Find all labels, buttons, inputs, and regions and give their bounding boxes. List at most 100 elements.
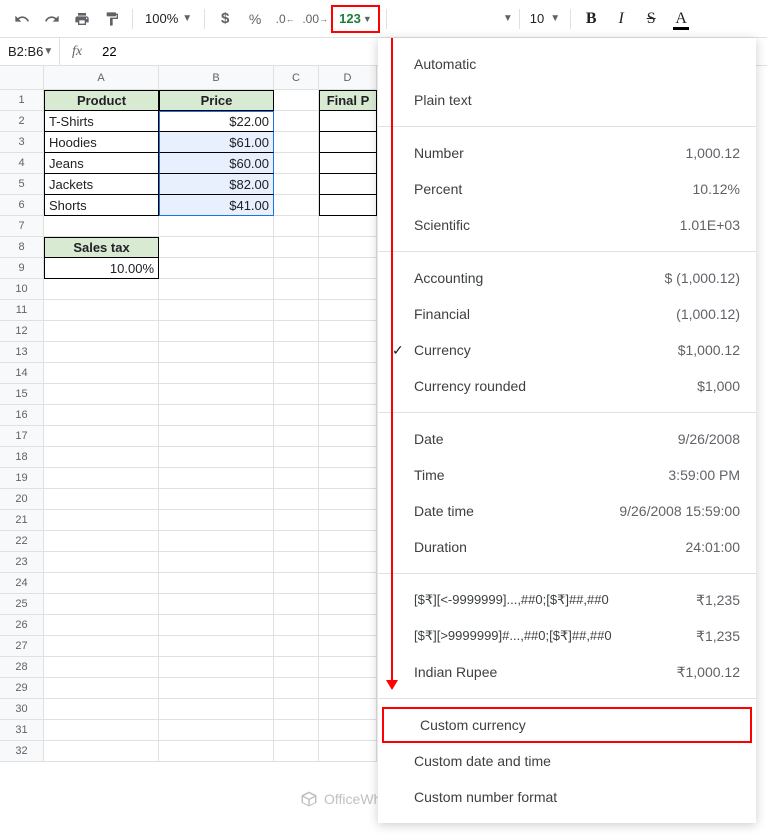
menu-item-percent[interactable]: Percent10.12%: [378, 171, 756, 207]
cell[interactable]: [274, 699, 319, 720]
cell[interactable]: [319, 699, 377, 720]
cell-product[interactable]: Shorts: [44, 195, 159, 216]
cell[interactable]: [44, 699, 159, 720]
row-header[interactable]: 11: [0, 300, 44, 321]
cell[interactable]: [319, 405, 377, 426]
menu-item-custom-date-time[interactable]: Custom date and time: [378, 743, 756, 779]
strikethrough-button[interactable]: S: [637, 5, 665, 33]
row-header[interactable]: 21: [0, 510, 44, 531]
cell[interactable]: [44, 300, 159, 321]
row-header[interactable]: 25: [0, 594, 44, 615]
cell-price[interactable]: $22.00: [159, 111, 274, 132]
menu-item-automatic[interactable]: Automatic: [378, 46, 756, 82]
cell[interactable]: [159, 384, 274, 405]
row-header[interactable]: 4: [0, 153, 44, 174]
menu-item-scientific[interactable]: Scientific1.01E+03: [378, 207, 756, 243]
cell[interactable]: [44, 279, 159, 300]
cell[interactable]: [44, 678, 159, 699]
select-all-corner[interactable]: [0, 66, 44, 90]
cell[interactable]: [274, 573, 319, 594]
cell[interactable]: [159, 741, 274, 762]
cell[interactable]: [319, 174, 377, 195]
menu-item-currency-rounded[interactable]: Currency rounded$1,000: [378, 368, 756, 404]
cell[interactable]: [274, 90, 319, 111]
cell[interactable]: [44, 531, 159, 552]
cell[interactable]: [159, 615, 274, 636]
cell[interactable]: [159, 216, 274, 237]
cell[interactable]: [319, 447, 377, 468]
cell[interactable]: [159, 531, 274, 552]
cell[interactable]: [159, 363, 274, 384]
cell[interactable]: [44, 720, 159, 741]
cell[interactable]: [274, 594, 319, 615]
cell[interactable]: [274, 510, 319, 531]
cell[interactable]: [319, 426, 377, 447]
cell[interactable]: [274, 657, 319, 678]
cell[interactable]: [319, 342, 377, 363]
cell[interactable]: [274, 552, 319, 573]
cell[interactable]: [319, 237, 377, 258]
cell[interactable]: [44, 657, 159, 678]
cell-price[interactable]: $41.00: [159, 195, 274, 216]
row-header[interactable]: 30: [0, 699, 44, 720]
row-header[interactable]: 6: [0, 195, 44, 216]
cell[interactable]: [274, 405, 319, 426]
menu-item-accounting[interactable]: Accounting$ (1,000.12): [378, 260, 756, 296]
menu-item-plain-text[interactable]: Plain text: [378, 82, 756, 118]
row-header[interactable]: 28: [0, 657, 44, 678]
menu-item-duration[interactable]: Duration24:01:00: [378, 529, 756, 565]
row-header[interactable]: 16: [0, 405, 44, 426]
cell[interactable]: [44, 615, 159, 636]
cell[interactable]: [159, 468, 274, 489]
bold-button[interactable]: B: [577, 5, 605, 33]
menu-item-datetime[interactable]: Date time9/26/2008 15:59:00: [378, 493, 756, 529]
cell[interactable]: [274, 363, 319, 384]
cell[interactable]: [319, 300, 377, 321]
menu-item-custom-format-2[interactable]: [$₹][>9999999]#...,##0;[$₹]##,##0₹1,235: [378, 618, 756, 654]
row-header[interactable]: 1: [0, 90, 44, 111]
increase-decimal-button[interactable]: .00→: [301, 5, 329, 33]
cell[interactable]: [44, 321, 159, 342]
row-header[interactable]: 12: [0, 321, 44, 342]
row-header[interactable]: 17: [0, 426, 44, 447]
cell[interactable]: [159, 573, 274, 594]
cell-price[interactable]: $61.00: [159, 132, 274, 153]
cell-product[interactable]: Hoodies: [44, 132, 159, 153]
header-cell-final[interactable]: Final P: [319, 90, 377, 111]
cell[interactable]: [319, 111, 377, 132]
cell[interactable]: [274, 279, 319, 300]
cell[interactable]: [274, 111, 319, 132]
cell[interactable]: [319, 216, 377, 237]
cell[interactable]: [159, 636, 274, 657]
redo-button[interactable]: [38, 5, 66, 33]
menu-item-date[interactable]: Date9/26/2008: [378, 421, 756, 457]
row-header[interactable]: 2: [0, 111, 44, 132]
row-header[interactable]: 31: [0, 720, 44, 741]
cell[interactable]: [159, 594, 274, 615]
cell[interactable]: [319, 258, 377, 279]
zoom-dropdown[interactable]: 100%▼: [139, 11, 198, 26]
cell[interactable]: [44, 741, 159, 762]
menu-item-number[interactable]: Number1,000.12: [378, 135, 756, 171]
cell-price[interactable]: $82.00: [159, 174, 274, 195]
more-formats-button[interactable]: 123▼: [331, 5, 380, 33]
row-header[interactable]: 19: [0, 468, 44, 489]
cell[interactable]: [44, 573, 159, 594]
italic-button[interactable]: I: [607, 5, 635, 33]
cell[interactable]: [274, 531, 319, 552]
cell[interactable]: [319, 384, 377, 405]
cell[interactable]: [44, 363, 159, 384]
row-header[interactable]: 13: [0, 342, 44, 363]
currency-button[interactable]: $: [211, 5, 239, 33]
cell[interactable]: [159, 279, 274, 300]
row-header[interactable]: 5: [0, 174, 44, 195]
cell[interactable]: [159, 552, 274, 573]
menu-item-time[interactable]: Time3:59:00 PM: [378, 457, 756, 493]
cell[interactable]: [274, 300, 319, 321]
cell[interactable]: [274, 153, 319, 174]
cell-product[interactable]: Jackets: [44, 174, 159, 195]
cell[interactable]: [274, 720, 319, 741]
cell[interactable]: [319, 573, 377, 594]
print-button[interactable]: [68, 5, 96, 33]
cell[interactable]: [159, 237, 274, 258]
